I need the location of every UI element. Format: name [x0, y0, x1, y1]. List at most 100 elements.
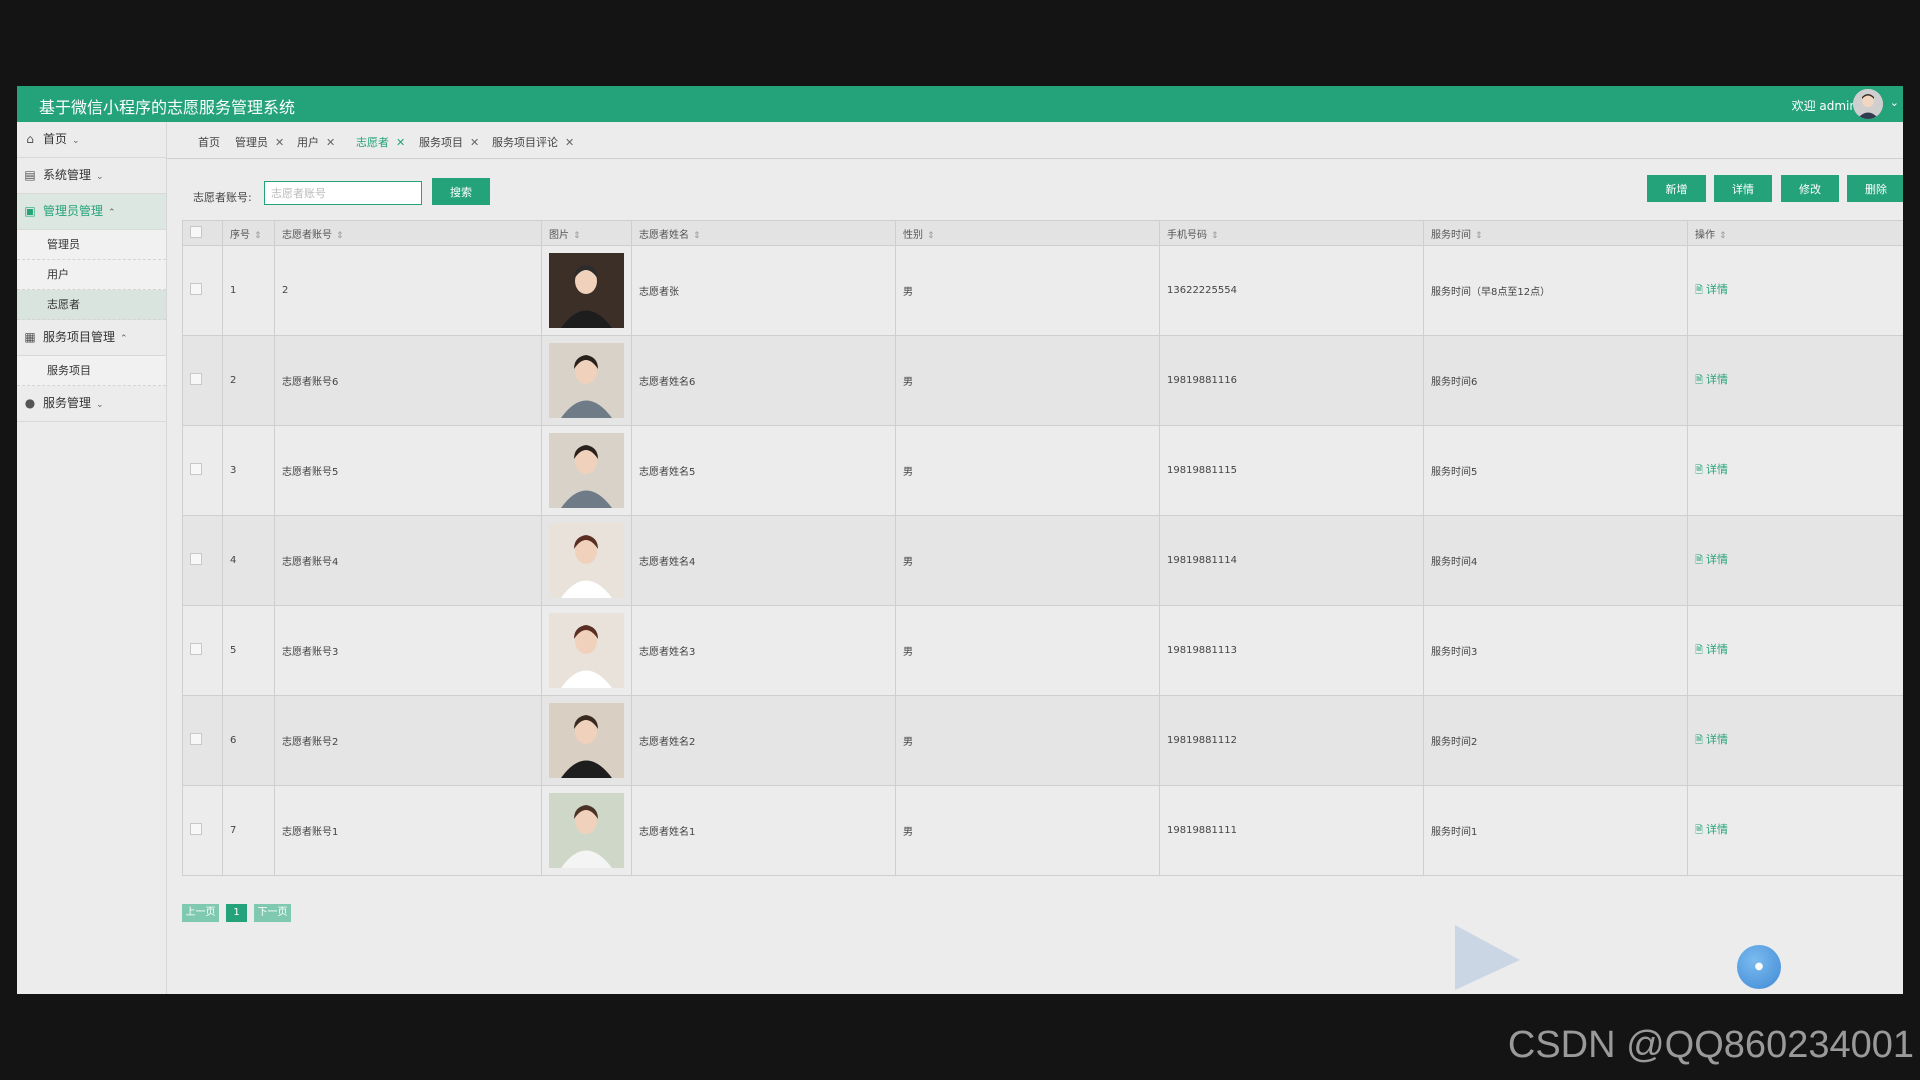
tab-service-project[interactable]: 服务项目 ✕	[419, 134, 479, 150]
app-window: 基于微信小程序的志愿服务管理系统 欢迎 admin ⌄ ⌂ 首页 ⌄ ▤ 系统管理 ⌄ …	[17, 86, 1903, 994]
grid-icon: ▦	[24, 330, 36, 344]
search-button[interactable]: 搜索	[432, 178, 490, 205]
volunteer-photo[interactable]	[549, 343, 624, 418]
cell-phone: 19819881115	[1159, 425, 1424, 516]
sidebar: ⌂ 首页 ⌄ ▤ 系统管理 ⌄ ▣ 管理员管理 ⌃ 管理员 用户 志愿者 ▦ 服务项目管理 ⌃ …	[17, 122, 167, 994]
edit-button[interactable]: 修改	[1781, 175, 1839, 202]
search-label: 志愿者账号:	[193, 191, 252, 204]
column-header-label: 志愿者账号	[282, 229, 332, 241]
tab-volunteer[interactable]: 志愿者 ✕	[356, 134, 405, 150]
table-row[interactable]: 7 志愿者账号1 志愿者姓名1 男 19819881111 服务时间1 🗎 详情	[182, 785, 1903, 876]
page-number-button[interactable]: 1	[226, 904, 247, 922]
column-header-photo[interactable]: 图片 ⇕	[541, 220, 632, 246]
column-header-action[interactable]: 操作 ⇕	[1687, 220, 1903, 246]
row-detail-link[interactable]: 🗎 详情	[1695, 553, 1728, 566]
cell-phone: 19819881116	[1159, 335, 1424, 426]
column-header-service-time[interactable]: 服务时间 ⇕	[1423, 220, 1688, 246]
cell-photo	[541, 425, 632, 516]
sidebar-item-admin-management[interactable]: ▣ 管理员管理 ⌃	[17, 194, 166, 230]
document-icon: 🗎	[1695, 555, 1704, 566]
column-header-phone[interactable]: 手机号码 ⇕	[1159, 220, 1424, 246]
tab-user[interactable]: 用户 ✕	[297, 134, 335, 150]
table-row[interactable]: 2 志愿者账号6 志愿者姓名6 男 19819881116 服务时间6 🗎 详情	[182, 335, 1903, 426]
sidebar-subitem-volunteer[interactable]: 志愿者	[17, 290, 166, 320]
sort-icon: ⇕	[1475, 230, 1483, 241]
next-page-button[interactable]: 下一页	[254, 904, 291, 922]
delete-button[interactable]: 删除	[1847, 175, 1903, 202]
tab-service-project-comment[interactable]: 服务项目评论 ✕	[492, 134, 574, 150]
floating-assistant-icon[interactable]: ●	[1737, 945, 1781, 989]
row-checkbox[interactable]	[190, 553, 202, 565]
row-detail-link[interactable]: 🗎 详情	[1695, 463, 1728, 476]
row-checkbox[interactable]	[190, 733, 202, 745]
tab-home[interactable]: 首页	[198, 134, 220, 150]
table-header-row: 序号 ⇕ 志愿者账号 ⇕ 图片 ⇕ 志愿者姓名 ⇕ 性别 ⇕ 手机号码 ⇕ 服务时间 ⇕ 操作…	[182, 220, 1903, 246]
column-header-account[interactable]: 志愿者账号 ⇕	[274, 220, 542, 246]
close-icon[interactable]: ✕	[470, 136, 479, 149]
cell-photo	[541, 695, 632, 786]
sidebar-item-label: 服务管理	[43, 396, 92, 410]
cell-service-time: 服务时间4	[1423, 515, 1688, 606]
cell-account: 志愿者账号4	[274, 515, 542, 606]
close-icon[interactable]: ✕	[275, 136, 284, 149]
close-icon[interactable]: ✕	[326, 136, 335, 149]
add-button[interactable]: 新增	[1647, 175, 1706, 202]
column-header-no[interactable]: 序号 ⇕	[222, 220, 275, 246]
close-icon[interactable]: ✕	[565, 136, 574, 149]
row-detail-link[interactable]: 🗎 详情	[1695, 283, 1728, 296]
tab-label: 服务项目	[419, 136, 463, 149]
table-row[interactable]: 6 志愿者账号2 志愿者姓名2 男 19819881112 服务时间2 🗎 详情	[182, 695, 1903, 786]
table-row[interactable]: 3 志愿者账号5 志愿者姓名5 男 19819881115 服务时间5 🗎 详情	[182, 425, 1903, 516]
cell-name: 志愿者姓名3	[631, 605, 896, 696]
chevron-up-icon: ⌃	[108, 208, 116, 218]
row-checkbox[interactable]	[190, 373, 202, 385]
row-checkbox[interactable]	[190, 463, 202, 475]
detail-button[interactable]: 详情	[1714, 175, 1772, 202]
column-header-label: 图片	[549, 229, 569, 241]
table-row[interactable]: 5 志愿者账号3 志愿者姓名3 男 19819881113 服务时间3 🗎 详情	[182, 605, 1903, 696]
volunteer-photo[interactable]	[549, 613, 624, 688]
select-all-checkbox[interactable]	[190, 225, 202, 238]
close-icon[interactable]: ✕	[396, 136, 405, 149]
volunteer-photo[interactable]	[549, 253, 624, 328]
avatar[interactable]	[1853, 89, 1883, 119]
row-select-cell	[182, 605, 223, 696]
row-detail-link[interactable]: 🗎 详情	[1695, 373, 1728, 386]
sidebar-item-home[interactable]: ⌂ 首页 ⌄	[17, 122, 166, 158]
row-detail-link[interactable]: 🗎 详情	[1695, 733, 1728, 746]
sidebar-subitem-user[interactable]: 用户	[17, 260, 166, 290]
column-header-name[interactable]: 志愿者姓名 ⇕	[631, 220, 896, 246]
row-detail-link[interactable]: 🗎 详情	[1695, 823, 1728, 836]
prev-page-button[interactable]: 上一页	[182, 904, 219, 922]
cell-action: 🗎 详情	[1687, 245, 1903, 336]
row-checkbox[interactable]	[190, 823, 202, 835]
welcome-text: 欢迎 admin	[1791, 99, 1857, 113]
column-header-label: 序号	[230, 229, 250, 241]
search-input[interactable]	[264, 181, 422, 205]
row-select-cell	[182, 245, 223, 336]
volunteer-photo[interactable]	[549, 793, 624, 868]
cell-no: 1	[222, 245, 275, 336]
tab-admin[interactable]: 管理员 ✕	[235, 134, 284, 150]
sidebar-item-system[interactable]: ▤ 系统管理 ⌄	[17, 158, 166, 194]
sidebar-subitem-service-project[interactable]: 服务项目	[17, 356, 166, 386]
table-row[interactable]: 4 志愿者账号4 志愿者姓名4 男 19819881114 服务时间4 🗎 详情	[182, 515, 1903, 606]
table-row[interactable]: 1 2 志愿者张男 13622225554 服务时间（早8点至12点） 🗎 详情	[182, 245, 1903, 336]
column-header-gender[interactable]: 性别 ⇕	[895, 220, 1160, 246]
row-checkbox[interactable]	[190, 643, 202, 655]
volunteer-photo[interactable]	[549, 523, 624, 598]
sort-icon: ⇕	[693, 230, 701, 241]
app-title: 基于微信小程序的志愿服务管理系统	[39, 98, 296, 117]
row-checkbox[interactable]	[190, 283, 202, 295]
chevron-down-icon: ⌄	[72, 136, 80, 146]
cell-gender: 男	[895, 245, 1160, 336]
chevron-down-icon[interactable]: ⌄	[1890, 96, 1899, 109]
row-detail-label: 详情	[1706, 283, 1729, 296]
volunteer-photo[interactable]	[549, 703, 624, 778]
sidebar-item-label: 系统管理	[43, 168, 92, 182]
row-detail-link[interactable]: 🗎 详情	[1695, 643, 1728, 656]
sidebar-subitem-admin[interactable]: 管理员	[17, 230, 166, 260]
volunteer-photo[interactable]	[549, 433, 624, 508]
sidebar-item-service-management[interactable]: ● 服务管理 ⌄	[17, 386, 166, 422]
sidebar-item-service-project-management[interactable]: ▦ 服务项目管理 ⌃	[17, 320, 166, 356]
